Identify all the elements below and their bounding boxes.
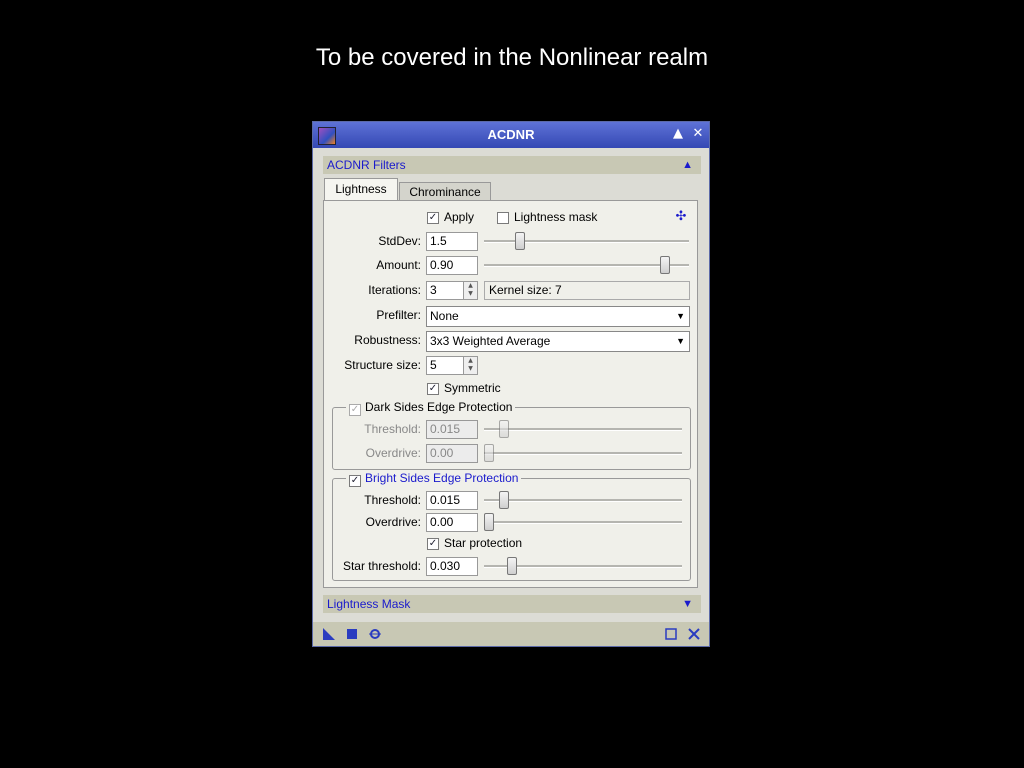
acdnr-window: ACDNR ▲ ✕ ACDNR Filters ▲ Lightness Chro… <box>312 121 710 647</box>
amount-slider-track[interactable] <box>484 264 689 267</box>
iterations-spinner[interactable]: ▲ ▼ <box>464 281 478 300</box>
tab-lightness[interactable]: Lightness <box>324 178 398 201</box>
amount-slider-thumb[interactable] <box>659 256 670 274</box>
collapse-icon[interactable]: ▲ <box>682 156 693 174</box>
star-protection-checkbox[interactable]: ✓ <box>427 538 439 550</box>
bright-overdrive-slider-thumb[interactable] <box>484 513 494 531</box>
chevron-down-icon: ▼ <box>676 311 685 321</box>
kernel-size-info: Kernel size: 7 <box>484 281 690 300</box>
lightness-mask-section-title: Lightness Mask <box>327 597 411 611</box>
lightness-mask-section-header[interactable]: Lightness Mask ▼ <box>323 595 701 613</box>
bright-sides-title: Bright Sides Edge Protection <box>365 471 519 485</box>
real-time-preview-icon[interactable] <box>369 628 381 640</box>
bright-threshold-field[interactable]: 0.015 <box>426 491 478 510</box>
dark-overdrive-slider-thumb[interactable] <box>484 444 494 462</box>
bright-threshold-slider-track[interactable] <box>484 499 682 502</box>
bright-sides-checkbox[interactable]: ✓ <box>349 475 361 487</box>
star-threshold-slider-thumb[interactable] <box>506 557 517 575</box>
reset-icon[interactable]: ✣ <box>675 210 687 224</box>
title-bar[interactable]: ACDNR ▲ ✕ <box>313 122 709 148</box>
structure-size-label: Structure size: <box>344 358 421 372</box>
reset-all-icon[interactable] <box>688 628 700 640</box>
star-threshold-label: Star threshold: <box>342 559 421 573</box>
prefilter-value: None <box>430 309 459 323</box>
bright-overdrive-label: Overdrive: <box>365 515 421 529</box>
symmetric-label: Symmetric <box>444 381 501 395</box>
structure-size-spinner[interactable]: ▲ ▼ <box>464 356 478 375</box>
new-instance-icon[interactable] <box>323 628 335 640</box>
window-title: ACDNR <box>487 127 535 142</box>
robustness-select[interactable]: 3x3 Weighted Average ▼ <box>426 331 690 352</box>
filters-section-header[interactable]: ACDNR Filters ▲ <box>323 156 701 174</box>
dark-sides-group <box>332 407 691 470</box>
slide-title: To be covered in the Nonlinear realm <box>315 44 709 71</box>
documentation-icon[interactable] <box>665 628 677 640</box>
apply-global-icon[interactable] <box>346 628 358 640</box>
bright-threshold-label: Threshold: <box>364 493 421 507</box>
bottom-toolbar <box>313 622 709 646</box>
dark-threshold-label: Threshold: <box>364 422 421 436</box>
robustness-label: Robustness: <box>354 333 421 347</box>
bright-sides-group-title: ✓ Bright Sides Edge Protection <box>346 471 522 487</box>
dark-threshold-slider-track[interactable] <box>484 428 682 431</box>
bright-threshold-slider-thumb[interactable] <box>499 491 510 509</box>
apply-checkbox[interactable]: ✓ <box>427 212 439 224</box>
tab-chrominance[interactable]: Chrominance <box>399 182 491 201</box>
robustness-value: 3x3 Weighted Average <box>430 334 551 348</box>
expand-icon[interactable]: ▼ <box>682 595 693 613</box>
structure-size-field[interactable]: 5 <box>426 356 464 375</box>
dark-overdrive-field[interactable]: 0.00 <box>426 444 478 463</box>
dark-sides-title: Dark Sides Edge Protection <box>365 400 513 414</box>
dark-sides-checkbox[interactable]: ✓ <box>349 404 361 416</box>
dark-overdrive-label: Overdrive: <box>365 446 421 460</box>
shade-icon[interactable]: ▲ <box>670 126 686 142</box>
lightness-panel: ✓ Apply Lightness mask ✣ StdDev: 1.5 Amo… <box>323 200 698 588</box>
dark-threshold-slider-thumb[interactable] <box>499 420 510 438</box>
lightness-mask-label: Lightness mask <box>514 210 598 224</box>
amount-label: Amount: <box>376 258 421 272</box>
star-threshold-field[interactable]: 0.030 <box>426 557 478 576</box>
bright-overdrive-field[interactable]: 0.00 <box>426 513 478 532</box>
close-icon[interactable]: ✕ <box>690 126 706 142</box>
iterations-label: Iterations: <box>368 283 421 297</box>
star-protection-label: Star protection <box>444 536 523 550</box>
dark-sides-group-title: ✓ Dark Sides Edge Protection <box>346 400 516 416</box>
dark-overdrive-slider-track[interactable] <box>484 452 682 455</box>
prefilter-label: Prefilter: <box>376 308 421 322</box>
stddev-field[interactable]: 1.5 <box>426 232 478 251</box>
apply-label: Apply <box>444 210 475 224</box>
iterations-field[interactable]: 3 <box>426 281 464 300</box>
prefilter-select[interactable]: None ▼ <box>426 306 690 327</box>
bright-overdrive-slider-track[interactable] <box>484 521 682 524</box>
stddev-slider-thumb[interactable] <box>515 232 526 250</box>
chevron-down-icon: ▼ <box>676 336 685 346</box>
amount-field[interactable]: 0.90 <box>426 256 478 275</box>
symmetric-checkbox[interactable]: ✓ <box>427 383 439 395</box>
lightness-mask-checkbox[interactable] <box>497 212 509 224</box>
stddev-label: StdDev: <box>378 234 421 248</box>
dark-threshold-field[interactable]: 0.015 <box>426 420 478 439</box>
filters-section-title: ACDNR Filters <box>327 158 406 172</box>
